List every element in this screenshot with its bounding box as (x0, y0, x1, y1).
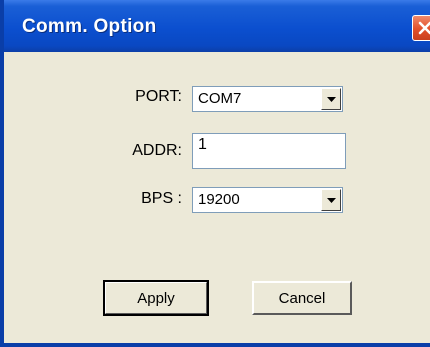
addr-input[interactable] (193, 134, 345, 168)
bps-value: 19200 (198, 191, 240, 208)
comm-option-dialog: Comm. Option PORT: COM7 ADDR: BPS : 1920… (0, 0, 430, 347)
addr-label: ADDR: (132, 142, 182, 159)
title-bar[interactable]: Comm. Option (4, 0, 430, 52)
apply-button[interactable]: Apply (103, 280, 209, 316)
addr-field[interactable] (192, 133, 346, 169)
bps-select[interactable]: 19200 (192, 187, 343, 213)
chevron-down-icon (327, 198, 336, 203)
port-dropdown-button[interactable] (321, 88, 341, 110)
bps-dropdown-button[interactable] (321, 189, 341, 211)
bps-label: BPS : (141, 190, 182, 207)
close-icon (418, 21, 430, 35)
cancel-button-label: Cancel (278, 289, 326, 307)
chevron-down-icon (327, 97, 336, 102)
close-button[interactable] (412, 15, 430, 41)
apply-button-label: Apply (137, 289, 175, 307)
cancel-button[interactable]: Cancel (252, 281, 352, 315)
dialog-client-area: PORT: COM7 ADDR: BPS : 19200 (8, 52, 430, 343)
port-select[interactable]: COM7 (192, 86, 343, 112)
window-title: Comm. Option (22, 16, 157, 37)
port-value: COM7 (198, 90, 242, 107)
port-label: PORT: (135, 88, 182, 105)
